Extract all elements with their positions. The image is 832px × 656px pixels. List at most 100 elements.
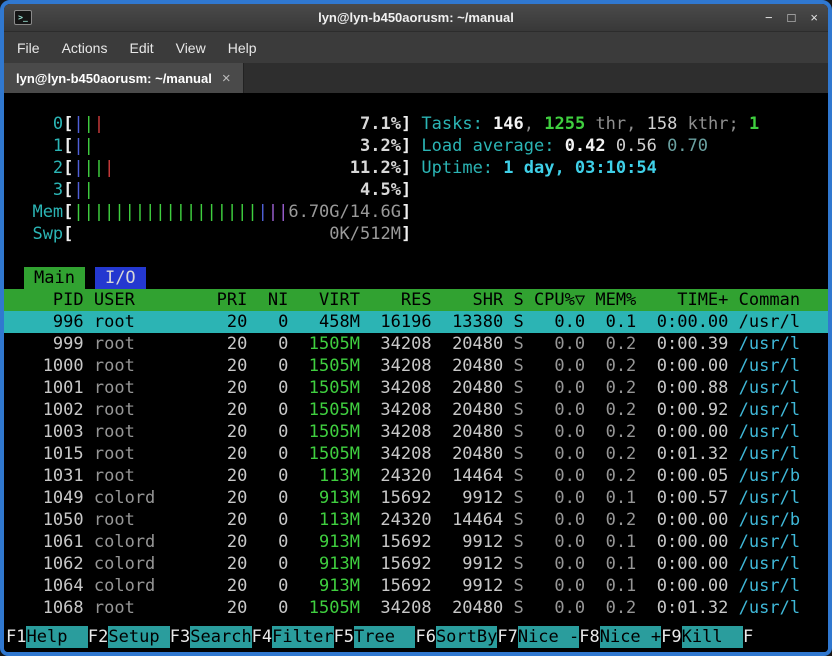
process-row-999[interactable]: 999root2001505M3420820480S0.00.20:00.39/… bbox=[4, 333, 828, 355]
column-header-res[interactable]: RES bbox=[360, 289, 432, 311]
fn-key-f3[interactable]: F3Search bbox=[170, 626, 252, 648]
cell-pri: 20 bbox=[186, 311, 247, 333]
cell-res: 24320 bbox=[360, 509, 432, 531]
fn-key-f1[interactable]: F1Help bbox=[6, 626, 88, 648]
process-row-1062[interactable]: 1062colord200913M156929912S0.00.10:00.00… bbox=[4, 553, 828, 575]
window-title: lyn@lyn-b450aorusm: ~/manual bbox=[4, 10, 828, 25]
column-header-s[interactable]: S bbox=[503, 289, 523, 311]
cell-s: S bbox=[503, 421, 523, 443]
column-header-ni[interactable]: NI bbox=[247, 289, 288, 311]
column-header-mem[interactable]: MEM% bbox=[585, 289, 636, 311]
menu-item-edit[interactable]: Edit bbox=[118, 35, 164, 61]
system-info: Tasks: 146, 1255 thr, 158 kthr; 1Load av… bbox=[421, 113, 828, 245]
cell-pid: 999 bbox=[12, 333, 84, 355]
cell-virt: 1505M bbox=[288, 597, 360, 619]
cell-s: S bbox=[503, 399, 523, 421]
cell-shr: 20480 bbox=[432, 377, 504, 399]
blank-line bbox=[4, 245, 828, 267]
function-key-bar: F1HelpF2SetupF3SearchF4FilterF5TreeF6Sor… bbox=[4, 626, 828, 648]
fn-key-f5[interactable]: F5Tree bbox=[334, 626, 416, 648]
menubar: FileActionsEditViewHelp bbox=[4, 31, 828, 63]
column-header-user[interactable]: USER bbox=[94, 289, 186, 311]
fn-key-f8[interactable]: F8Nice + bbox=[579, 626, 661, 648]
process-row-1061[interactable]: 1061colord200913M156929912S0.00.10:00.00… bbox=[4, 531, 828, 553]
cell-shr: 14464 bbox=[432, 465, 504, 487]
screen-tab-main[interactable]: Main bbox=[24, 267, 85, 289]
cell-s: S bbox=[503, 333, 523, 355]
menu-item-view[interactable]: View bbox=[165, 35, 217, 61]
cell-pri: 20 bbox=[186, 355, 247, 377]
column-header-shr[interactable]: SHR bbox=[432, 289, 504, 311]
terminal-tab[interactable]: lyn@lyn-b450aorusm: ~/manual × bbox=[4, 63, 244, 93]
cell-s: S bbox=[503, 487, 523, 509]
cell-s: S bbox=[503, 311, 523, 333]
column-header-pri[interactable]: PRI bbox=[186, 289, 247, 311]
screen-tab-io[interactable]: I/O bbox=[95, 267, 146, 289]
cell-time: 0:01.32 bbox=[636, 597, 728, 619]
cell-time: 0:00.00 bbox=[636, 575, 728, 597]
column-header-cmd[interactable]: Comman bbox=[739, 289, 821, 311]
tab-title: lyn@lyn-b450aorusm: ~/manual bbox=[16, 71, 212, 86]
column-header-cpu[interactable]: CPU%▽ bbox=[524, 289, 585, 311]
process-row-1049[interactable]: 1049colord200913M156929912S0.00.10:00.57… bbox=[4, 487, 828, 509]
menu-item-actions[interactable]: Actions bbox=[51, 35, 119, 61]
cell-user: colord bbox=[94, 487, 186, 509]
column-header-pid[interactable]: PID bbox=[12, 289, 84, 311]
process-row-1001[interactable]: 1001root2001505M3420820480S0.00.20:00.88… bbox=[4, 377, 828, 399]
fn-key-f6[interactable]: F6SortBy bbox=[415, 626, 497, 648]
cell-pid: 996 bbox=[12, 311, 84, 333]
cell-user: root bbox=[94, 421, 186, 443]
cell-pri: 20 bbox=[186, 377, 247, 399]
fn-key-f[interactable]: F bbox=[743, 626, 753, 648]
process-row-1064[interactable]: 1064colord200913M156929912S0.00.10:00.00… bbox=[4, 575, 828, 597]
cell-user: root bbox=[94, 399, 186, 421]
titlebar[interactable]: >_ lyn@lyn-b450aorusm: ~/manual − □ × bbox=[4, 4, 828, 31]
cell-s: S bbox=[503, 597, 523, 619]
process-row-1003[interactable]: 1003root2001505M3420820480S0.00.20:00.00… bbox=[4, 421, 828, 443]
htop-screen-tabs: Main I/O bbox=[4, 267, 828, 289]
cell-virt: 1505M bbox=[288, 333, 360, 355]
process-row-1002[interactable]: 1002root2001505M3420820480S0.00.20:00.92… bbox=[4, 399, 828, 421]
cell-res: 15692 bbox=[360, 553, 432, 575]
menu-item-help[interactable]: Help bbox=[217, 35, 268, 61]
cell-ni: 0 bbox=[247, 421, 288, 443]
process-row-996[interactable]: 996root200458M1619613380S0.00.10:00.00/u… bbox=[4, 311, 828, 333]
column-header-time[interactable]: TIME+ bbox=[636, 289, 728, 311]
cpu-meter-3: 3[||4.5%] bbox=[12, 179, 421, 201]
cell-cpu: 0.0 bbox=[524, 311, 585, 333]
terminal-screen[interactable]: 0[|||7.1%]1[||3.2%]2[||||11.2%]3[||4.5%]… bbox=[4, 93, 828, 652]
process-row-1031[interactable]: 1031root200113M2432014464S0.00.20:00.05/… bbox=[4, 465, 828, 487]
cell-mem: 0.2 bbox=[585, 597, 636, 619]
cell-ni: 0 bbox=[247, 553, 288, 575]
process-row-1068[interactable]: 1068root2001505M3420820480S0.00.20:01.32… bbox=[4, 597, 828, 619]
cell-pri: 20 bbox=[186, 465, 247, 487]
cell-virt: 113M bbox=[288, 465, 360, 487]
cell-ni: 0 bbox=[247, 355, 288, 377]
cell-pri: 20 bbox=[186, 421, 247, 443]
maximize-button[interactable]: □ bbox=[788, 4, 796, 31]
cell-shr: 20480 bbox=[432, 443, 504, 465]
cell-pri: 20 bbox=[186, 531, 247, 553]
fn-key-f7[interactable]: F7Nice - bbox=[497, 626, 579, 648]
cell-pid: 1049 bbox=[12, 487, 84, 509]
cell-cmd: /usr/l bbox=[739, 575, 821, 597]
cell-shr: 20480 bbox=[432, 399, 504, 421]
fn-key-f9[interactable]: F9Kill bbox=[661, 626, 743, 648]
menu-item-file[interactable]: File bbox=[6, 35, 51, 61]
column-header-virt[interactable]: VIRT bbox=[288, 289, 360, 311]
cell-mem: 0.1 bbox=[585, 553, 636, 575]
cell-res: 34208 bbox=[360, 377, 432, 399]
tab-close-icon[interactable]: × bbox=[222, 70, 231, 87]
minimize-button[interactable]: − bbox=[765, 4, 773, 31]
close-button[interactable]: × bbox=[810, 4, 818, 31]
process-row-1015[interactable]: 1015root2001505M3420820480S0.00.20:01.32… bbox=[4, 443, 828, 465]
fn-key-f2[interactable]: F2Setup bbox=[88, 626, 170, 648]
fn-key-f4[interactable]: F4Filter bbox=[252, 626, 334, 648]
cell-user: root bbox=[94, 377, 186, 399]
cell-virt: 1505M bbox=[288, 377, 360, 399]
process-row-1050[interactable]: 1050root200113M2432014464S0.00.20:00.00/… bbox=[4, 509, 828, 531]
process-row-1000[interactable]: 1000root2001505M3420820480S0.00.20:00.00… bbox=[4, 355, 828, 377]
cell-mem: 0.2 bbox=[585, 377, 636, 399]
cell-user: root bbox=[94, 355, 186, 377]
cell-mem: 0.2 bbox=[585, 509, 636, 531]
